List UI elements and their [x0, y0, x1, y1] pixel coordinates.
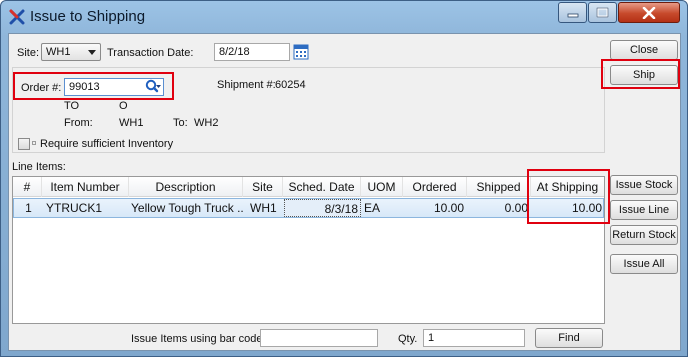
column-header-item-number[interactable]: Item Number — [42, 177, 129, 197]
order-status: O — [119, 100, 128, 112]
cell-sched-date[interactable]: 8/3/18 — [284, 199, 361, 217]
require-inventory-label: Require sufficient Inventory — [40, 138, 174, 150]
barcode-input[interactable] — [260, 329, 378, 347]
qty-input[interactable]: 1 — [423, 329, 525, 347]
cell-shipped: 0.00 — [504, 201, 528, 215]
search-icon[interactable] — [145, 79, 162, 95]
issue-line-button[interactable]: Issue Line — [610, 200, 678, 220]
cell-number: 1 — [25, 201, 32, 215]
line-items-label: Line Items: — [12, 161, 66, 173]
site-select[interactable]: WH1 — [41, 43, 101, 61]
order-number-label: Order #: — [21, 82, 62, 94]
to-value: WH2 — [194, 117, 219, 129]
cell-uom: EA — [364, 201, 381, 215]
shipment-number: 60254 — [275, 79, 306, 91]
table-header: # Item Number Description Site Sched. Da… — [13, 177, 604, 197]
from-value: WH1 — [119, 117, 144, 129]
close-window-button[interactable] — [618, 2, 680, 23]
site-value: WH1 — [46, 46, 71, 58]
cell-site: WH1 — [250, 201, 277, 215]
column-header-description[interactable]: Description — [129, 177, 243, 197]
chevron-down-icon — [88, 50, 96, 55]
shipment-label: Shipment #: — [217, 79, 276, 91]
close-button[interactable]: Close — [610, 40, 678, 60]
barcode-label: Issue Items using bar code: — [131, 333, 266, 345]
window-title: Issue to Shipping — [30, 8, 146, 25]
dialog-body: Site: WH1 Transaction Date: 8/2/18 Order… — [8, 33, 681, 351]
focus-marker-icon — [32, 141, 36, 145]
maximize-button[interactable] — [588, 2, 617, 23]
table-row[interactable]: 1 YTRUCK1 Yellow Tough Truck ... WH1 8/3… — [13, 198, 604, 218]
issue-to-shipping-window: Issue to Shipping Site: WH1 Transaction … — [0, 0, 688, 357]
to-label: To: — [173, 117, 188, 129]
close-icon — [642, 6, 656, 19]
from-label: From: — [64, 117, 93, 129]
find-button[interactable]: Find — [535, 328, 603, 348]
xtuple-logo-icon — [9, 9, 25, 25]
column-header-site[interactable]: Site — [243, 177, 283, 197]
column-header-number[interactable]: # — [13, 177, 42, 197]
qty-label: Qty. — [398, 333, 418, 345]
minimize-button[interactable] — [558, 2, 587, 23]
cell-at-shipping: 10.00 — [571, 201, 602, 215]
minimize-icon — [567, 13, 578, 17]
transaction-date-label: Transaction Date: — [107, 47, 194, 59]
column-header-uom[interactable]: UOM — [361, 177, 403, 197]
column-header-shipped[interactable]: Shipped — [467, 177, 531, 197]
cell-description: Yellow Tough Truck ... — [131, 201, 243, 215]
ship-button[interactable]: Ship — [610, 65, 678, 85]
cell-item-number: YTRUCK1 — [46, 201, 103, 215]
issue-stock-button[interactable]: Issue Stock — [610, 175, 678, 195]
return-stock-button[interactable]: Return Stock — [610, 225, 678, 245]
column-header-sched-date[interactable]: Sched. Date — [283, 177, 361, 197]
column-header-at-shipping[interactable]: At Shipping — [531, 177, 604, 197]
column-header-ordered[interactable]: Ordered — [403, 177, 467, 197]
transaction-date-field[interactable]: 8/2/18 — [214, 43, 290, 61]
require-inventory-checkbox[interactable] — [18, 138, 30, 150]
site-label: Site: — [17, 47, 40, 59]
cell-ordered: 10.00 — [433, 201, 464, 215]
calendar-icon[interactable] — [293, 43, 309, 60]
order-type: TO — [64, 100, 80, 112]
line-items-table[interactable]: # Item Number Description Site Sched. Da… — [12, 176, 605, 324]
issue-all-button[interactable]: Issue All — [610, 254, 678, 274]
maximize-icon — [596, 7, 609, 18]
title-bar[interactable]: Issue to Shipping — [1, 1, 687, 33]
